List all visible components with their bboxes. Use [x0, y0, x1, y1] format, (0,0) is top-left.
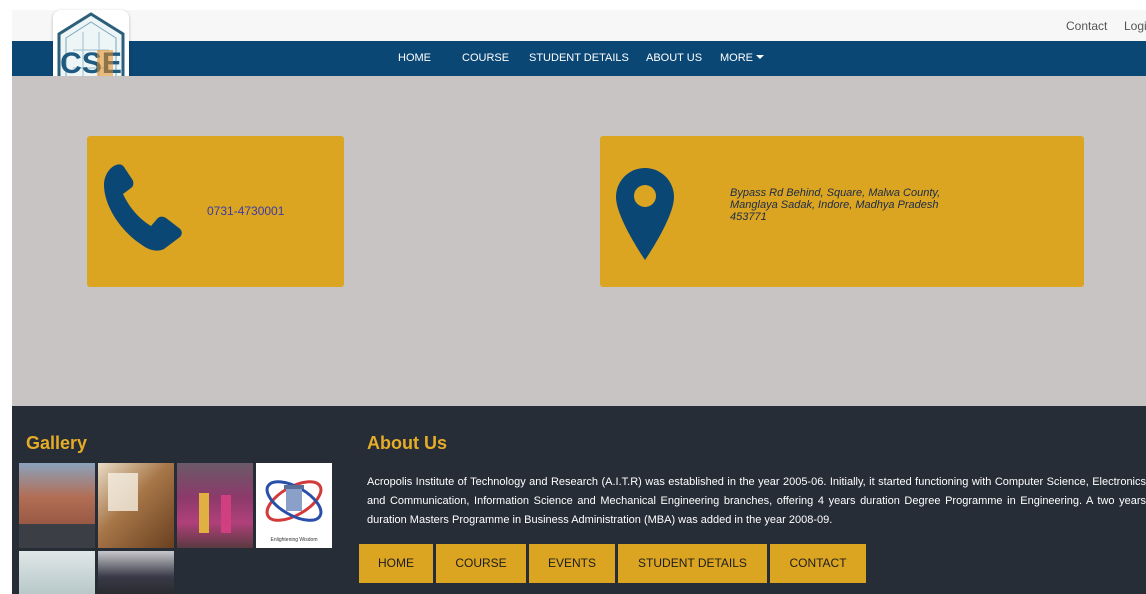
nav-home[interactable]: HOME	[398, 52, 431, 64]
footer-course-button[interactable]: COURSE	[436, 544, 526, 583]
nav-course[interactable]: COURSE	[462, 52, 509, 64]
phone-number[interactable]: 0731-4730001	[207, 204, 284, 218]
top-utility-bar: Contact Login	[12, 10, 1146, 41]
gallery-title: Gallery	[26, 433, 88, 453]
login-link[interactable]: Login	[1124, 19, 1146, 33]
interior-window-shape	[108, 473, 138, 511]
phone-icon	[104, 164, 182, 251]
address-line-2: Manglaya Sadak, Indore, Madhya Pradesh	[730, 199, 939, 211]
address-line-1: Bypass Rd Behind, Square, Malwa County,	[730, 187, 941, 199]
emblem-caption: Enlightening Wisdom	[271, 537, 318, 543]
campus-crowd-shape	[19, 524, 95, 548]
nav-student-details[interactable]: STUDENT DETAILS	[529, 52, 629, 64]
gallery-image-classroom[interactable]	[19, 551, 95, 594]
address-text: Bypass Rd Behind, Square, Malwa County, …	[730, 187, 980, 223]
caret-down-icon	[756, 55, 764, 59]
contact-link[interactable]: Contact	[1066, 19, 1107, 33]
phone-card: 0731-4730001	[87, 136, 344, 287]
main-navbar: HOME COURSE STUDENT DETAILS ABOUT US MOR…	[12, 41, 1146, 76]
contact-section: 0731-4730001 Bypass Rd Behind, Square, M…	[12, 76, 1146, 406]
gallery-image-group[interactable]	[98, 551, 174, 594]
about-title: About Us	[367, 433, 447, 453]
footer-events-button[interactable]: EVENTS	[529, 544, 615, 583]
footer-contact-button[interactable]: CONTACT	[770, 544, 866, 583]
institute-emblem-icon: Enlightening Wisdom	[265, 480, 323, 543]
address-card: Bypass Rd Behind, Square, Malwa County, …	[600, 136, 1084, 287]
gallery-image-interior[interactable]	[98, 463, 174, 548]
footer: Gallery Enlightening Wisdom About Us Acr…	[12, 406, 1146, 594]
dancer-shape	[199, 493, 209, 533]
nav-more[interactable]: MORE	[720, 52, 764, 64]
gallery-image-dance[interactable]	[177, 463, 253, 548]
map-pin-icon	[616, 168, 674, 260]
gallery-image-campus[interactable]	[19, 463, 95, 548]
about-text: Acropolis Institute of Technology and Re…	[367, 476, 1146, 526]
footer-student-details-button[interactable]: STUDENT DETAILS	[618, 544, 767, 583]
dancer-shape	[221, 495, 231, 533]
nav-about-us[interactable]: ABOUT US	[646, 52, 702, 64]
nav-more-label: MORE	[720, 52, 753, 64]
gallery-image-emblem[interactable]: Enlightening Wisdom	[256, 463, 332, 548]
footer-home-button[interactable]: HOME	[359, 544, 433, 583]
address-line-3: 453771	[730, 211, 767, 223]
